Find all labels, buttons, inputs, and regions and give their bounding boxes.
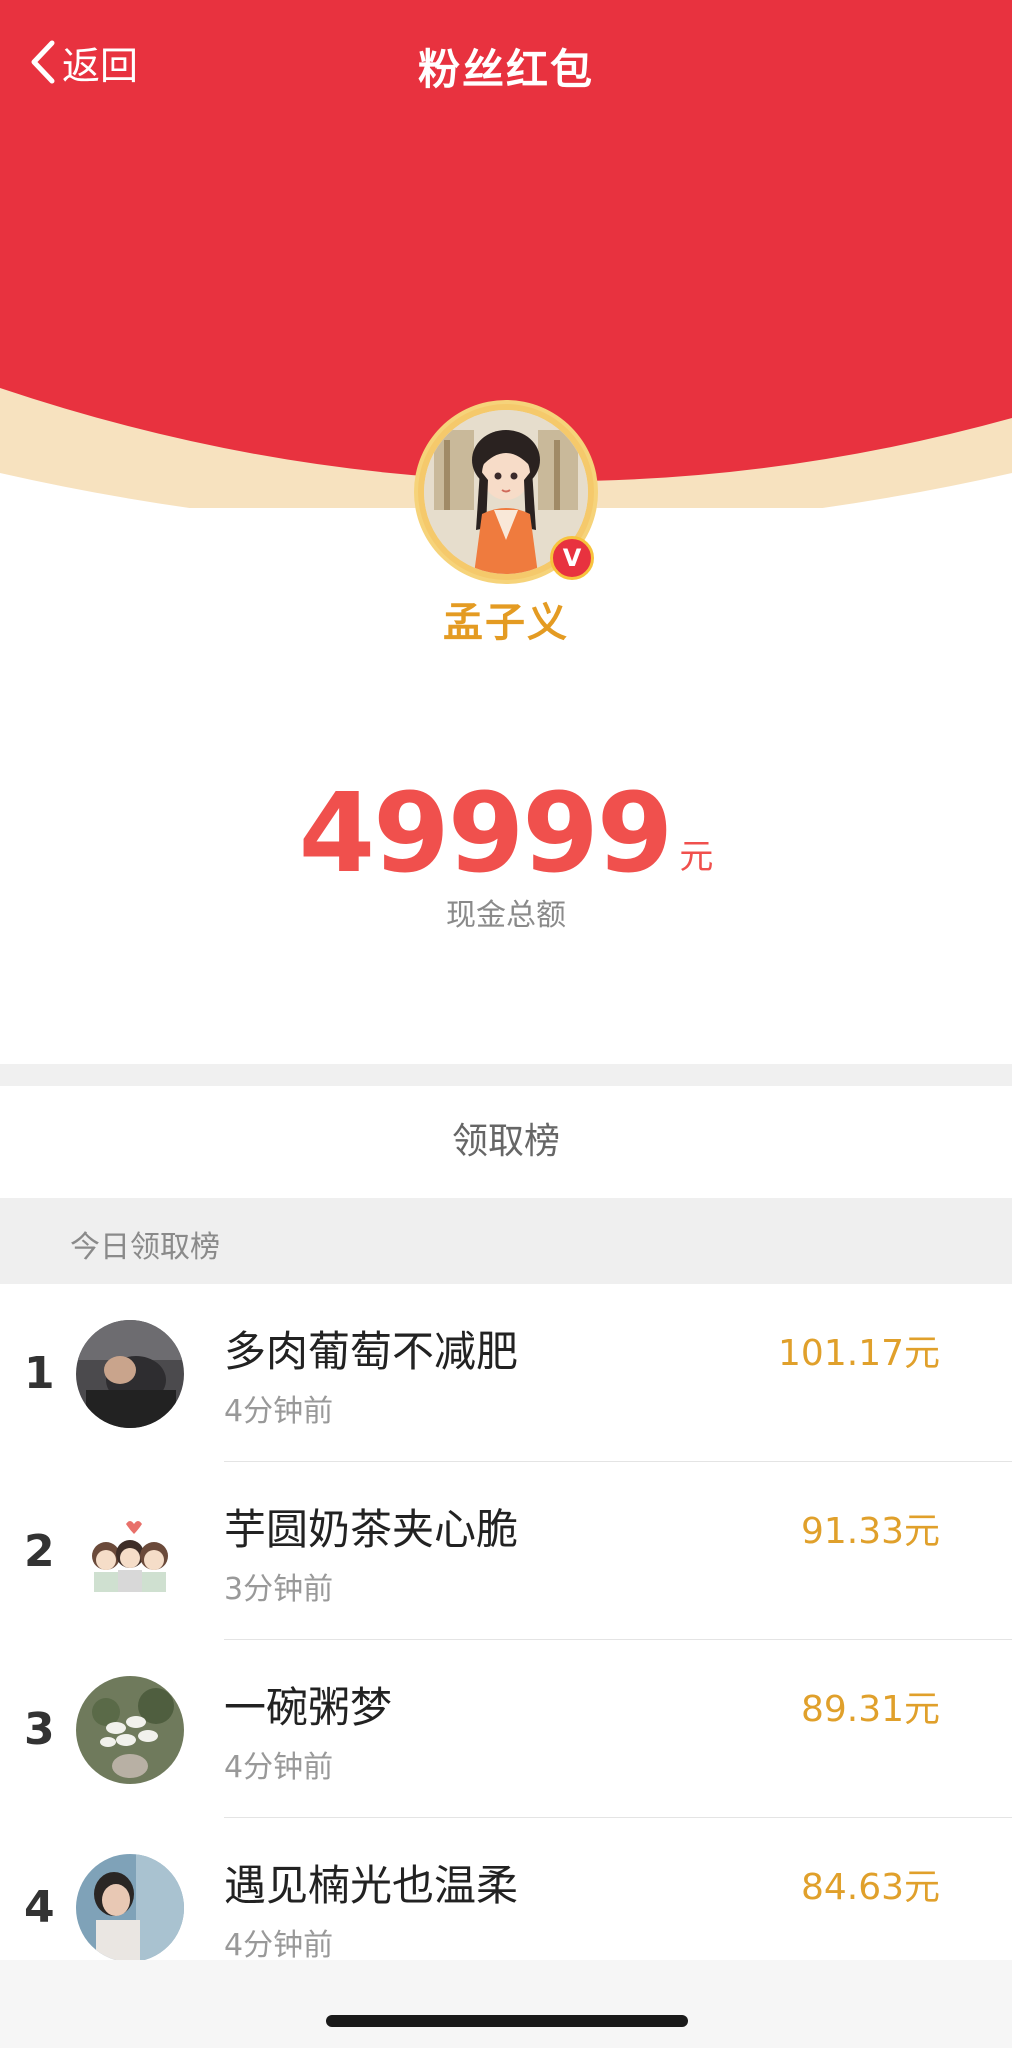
section-header: 今日领取榜 <box>0 1198 1012 1284</box>
profile-name[interactable]: 孟子义 <box>0 590 1012 648</box>
rank-number: 2 <box>24 1526 55 1577</box>
claim-time: 3分钟前 <box>224 1572 334 1607</box>
claim-time: 4分钟前 <box>224 1928 334 1963</box>
board-title[interactable]: 领取榜 <box>0 1086 1012 1198</box>
page: 返回 粉丝红包 V 孟子义 49999 元 现金总额 领取榜 今日领取榜 1 多… <box>0 0 1012 2048</box>
list-item[interactable]: 2 芋圆奶茶夹心脆 3分钟前 91.33元 <box>0 1462 1012 1640</box>
claim-time: 4分钟前 <box>224 1394 334 1429</box>
nav-bar: 返回 粉丝红包 <box>0 0 1012 119</box>
claim-time: 4分钟前 <box>224 1750 334 1785</box>
total-amount-label: 现金总额 <box>446 898 566 933</box>
rank-number: 4 <box>24 1882 55 1933</box>
section-label: 今日领取榜 <box>70 1230 220 1265</box>
claim-amount: 91.33元 <box>800 1511 940 1552</box>
claim-amount: 101.17元 <box>778 1333 940 1374</box>
page-title: 粉丝红包 <box>417 45 594 94</box>
bottom-safe-area <box>0 1960 1012 2048</box>
home-indicator[interactable] <box>326 2015 688 2027</box>
list-item[interactable]: 3 一碗粥梦 4分钟前 89.31元 <box>0 1640 1012 1818</box>
claim-amount: 84.63元 <box>800 1867 940 1908</box>
rank-number: 1 <box>24 1348 55 1399</box>
ranking-list: 1 多肉葡萄不减肥 4分钟前 101.17元 2 芋圆奶茶夹心脆 3分钟前 91… <box>0 1284 1012 1996</box>
verified-v-icon: V <box>550 536 594 580</box>
user-name[interactable]: 芋圆奶茶夹心脆 <box>224 1496 518 1557</box>
user-name[interactable]: 遇见楠光也温柔 <box>224 1852 518 1913</box>
avatar[interactable] <box>76 1498 184 1606</box>
user-name[interactable]: 一碗粥梦 <box>224 1674 392 1735</box>
user-name[interactable]: 多肉葡萄不减肥 <box>224 1318 518 1379</box>
divider <box>0 1064 1012 1086</box>
total-amount: 49999 元 <box>0 778 1012 888</box>
avatar[interactable] <box>76 1320 184 1428</box>
claim-amount: 89.31元 <box>800 1689 940 1730</box>
total-amount-value: 49999 <box>298 769 674 897</box>
total-amount-unit: 元 <box>679 837 714 877</box>
avatar[interactable] <box>76 1676 184 1784</box>
avatar[interactable] <box>76 1854 184 1962</box>
rank-number: 3 <box>24 1704 55 1755</box>
list-item[interactable]: 1 多肉葡萄不减肥 4分钟前 101.17元 <box>0 1284 1012 1462</box>
